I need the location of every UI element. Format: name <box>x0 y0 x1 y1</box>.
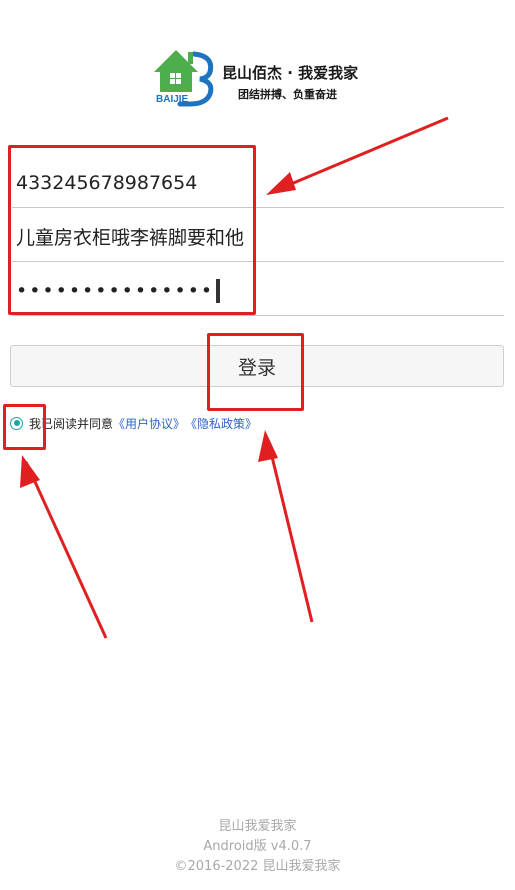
arrowhead-links <box>258 430 278 462</box>
annotation-arrows <box>20 116 449 639</box>
footer-copyright: ©2016-2022 昆山我爱我家 <box>174 859 341 874</box>
login-screen: BAIJIE 昆山佰杰 · 我爱我家 团结拼搏、负重奋进 43324567898… <box>0 0 515 890</box>
footer-version: Android版 v4.0.7 <box>203 839 312 854</box>
arrow-to-links <box>266 439 314 623</box>
footer-app-name: 昆山我爱我家 <box>218 819 297 834</box>
arrowhead-fields <box>266 172 296 195</box>
arrow-to-radio <box>24 461 108 639</box>
arrow-to-fields <box>271 116 449 194</box>
